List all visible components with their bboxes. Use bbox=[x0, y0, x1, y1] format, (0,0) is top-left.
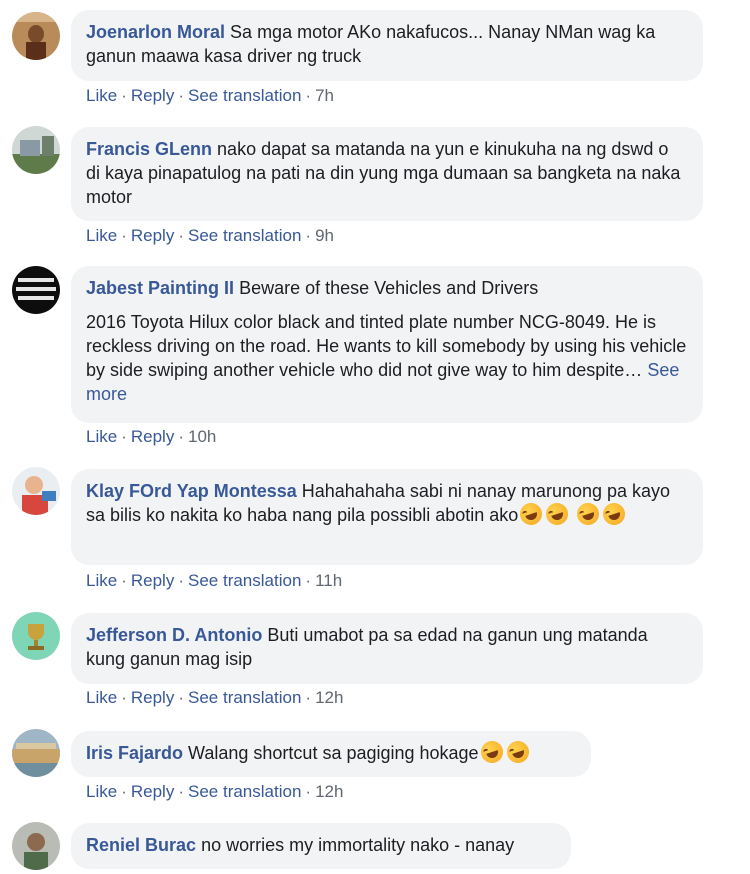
child-avatar-icon bbox=[12, 467, 60, 515]
comment-timestamp[interactable]: 7h bbox=[315, 86, 334, 105]
separator: · bbox=[178, 226, 184, 245]
laughing-emoji-icon bbox=[543, 500, 572, 528]
see-translation-link[interactable]: See translation bbox=[188, 688, 301, 707]
user-avatar[interactable] bbox=[12, 467, 60, 515]
comment-author[interactable]: Iris Fajardo bbox=[86, 743, 183, 763]
separator: · bbox=[121, 782, 127, 801]
laughing-emoji-icon bbox=[477, 738, 506, 766]
person-avatar-icon bbox=[12, 822, 60, 870]
laughing-emoji-icon bbox=[600, 500, 629, 528]
reply-link[interactable]: Reply bbox=[131, 226, 174, 245]
comment-actions: Like · Reply · See translation · 11h bbox=[86, 571, 342, 591]
comment-timestamp[interactable]: 11h bbox=[315, 571, 342, 590]
comment-timestamp[interactable]: 10h bbox=[188, 427, 216, 446]
comment-text: Walang shortcut sa pagiging hokage bbox=[188, 743, 479, 763]
reply-link[interactable]: Reply bbox=[131, 688, 174, 707]
laughing-emoji-icon bbox=[517, 500, 546, 528]
comment-author[interactable]: Reniel Burac bbox=[86, 835, 196, 855]
reply-link[interactable]: Reply bbox=[131, 571, 174, 590]
comment-author[interactable]: Jefferson D. Antonio bbox=[86, 625, 262, 645]
landscape-avatar-icon bbox=[12, 729, 60, 777]
laughing-emoji-icon bbox=[503, 738, 532, 766]
like-link[interactable]: Like bbox=[86, 782, 117, 801]
separator: · bbox=[178, 688, 184, 707]
user-avatar[interactable] bbox=[12, 822, 60, 870]
text-logo-avatar-icon bbox=[12, 266, 60, 314]
separator: · bbox=[178, 427, 184, 446]
separator: · bbox=[121, 86, 127, 105]
comment-actions: Like · Reply · See translation · 9h bbox=[86, 226, 334, 246]
reply-link[interactable]: Reply bbox=[131, 782, 174, 801]
comment-author[interactable]: Francis GLenn bbox=[86, 139, 212, 159]
reply-link[interactable]: Reply bbox=[131, 86, 174, 105]
like-link[interactable]: Like bbox=[86, 688, 117, 707]
see-translation-link[interactable]: See translation bbox=[188, 782, 301, 801]
see-translation-link[interactable]: See translation bbox=[188, 226, 301, 245]
laughing-emoji-icon bbox=[574, 500, 603, 528]
comment-timestamp[interactable]: 9h bbox=[315, 226, 334, 245]
user-avatar[interactable] bbox=[12, 266, 60, 314]
separator: · bbox=[305, 571, 312, 590]
separator: · bbox=[178, 782, 184, 801]
reply-link[interactable]: Reply bbox=[131, 427, 174, 446]
comment-bubble: Francis GLenn nako dapat sa matanda na y… bbox=[71, 127, 703, 221]
like-link[interactable]: Like bbox=[86, 226, 117, 245]
like-link[interactable]: Like bbox=[86, 427, 117, 446]
separator: · bbox=[305, 782, 312, 801]
separator: · bbox=[305, 226, 312, 245]
comment-bubble: Jefferson D. Antonio Buti umabot pa sa e… bbox=[71, 613, 703, 684]
user-avatar[interactable] bbox=[12, 126, 60, 174]
man-outdoor-avatar-icon bbox=[12, 12, 60, 60]
comment-actions: Like · Reply · See translation · 7h bbox=[86, 86, 334, 106]
separator: · bbox=[178, 86, 184, 105]
trophy-avatar-icon bbox=[12, 612, 60, 660]
comment-bubble: Klay FOrd Yap Montessa Hahahahaha sabi n… bbox=[71, 469, 703, 565]
comment-author[interactable]: Jabest Painting II bbox=[86, 278, 234, 298]
comment-text-paragraph: 2016 Toyota Hilux color black and tinted… bbox=[86, 312, 687, 380]
separator: · bbox=[121, 571, 127, 590]
separator: · bbox=[305, 86, 312, 105]
comment-actions: Like · Reply · See translation · 12h bbox=[86, 688, 343, 708]
comment-text: Beware of these Vehicles and Drivers bbox=[239, 278, 539, 298]
see-translation-link[interactable]: See translation bbox=[188, 86, 301, 105]
like-link[interactable]: Like bbox=[86, 571, 117, 590]
separator: · bbox=[305, 688, 312, 707]
comment-bubble: Iris Fajardo Walang shortcut sa pagiging… bbox=[71, 731, 591, 777]
comment-bubble: Joenarlon Moral Sa mga motor AKo nakafuc… bbox=[71, 10, 703, 81]
street-photo-avatar-icon bbox=[12, 126, 60, 174]
separator: · bbox=[121, 427, 127, 446]
separator: · bbox=[121, 688, 127, 707]
comment-actions: Like · Reply · 10h bbox=[86, 427, 216, 447]
comment-actions: Like · Reply · See translation · 12h bbox=[86, 782, 343, 802]
comment-author[interactable]: Joenarlon Moral bbox=[86, 22, 225, 42]
user-avatar[interactable] bbox=[12, 729, 60, 777]
separator: · bbox=[121, 226, 127, 245]
comment-timestamp[interactable]: 12h bbox=[315, 782, 343, 801]
see-translation-link[interactable]: See translation bbox=[188, 571, 301, 590]
user-avatar[interactable] bbox=[12, 612, 60, 660]
comment-bubble: Jabest Painting II Beware of these Vehic… bbox=[71, 266, 703, 423]
like-link[interactable]: Like bbox=[86, 86, 117, 105]
comment-timestamp[interactable]: 12h bbox=[315, 688, 343, 707]
separator: · bbox=[178, 571, 184, 590]
comment-bubble: Reniel Burac no worries my immortality n… bbox=[71, 823, 571, 869]
comment-author[interactable]: Klay FOrd Yap Montessa bbox=[86, 481, 297, 501]
user-avatar[interactable] bbox=[12, 12, 60, 60]
comment-text: no worries my immortality nako - nanay bbox=[201, 835, 515, 855]
